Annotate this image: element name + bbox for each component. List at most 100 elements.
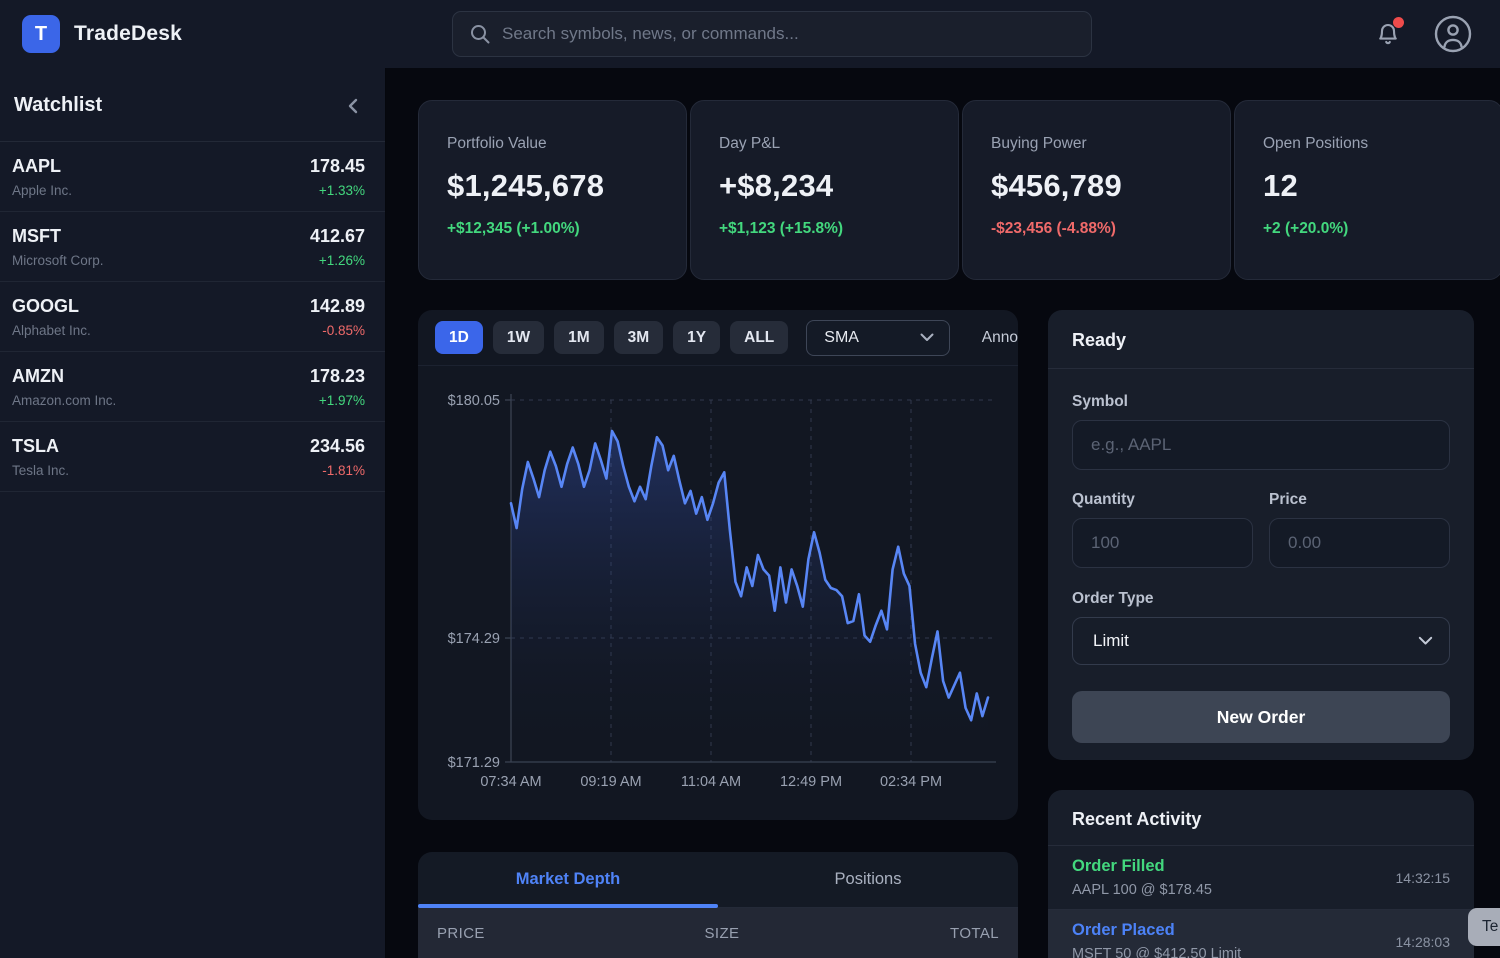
svg-text:09:19 AM: 09:19 AM [580, 774, 641, 790]
annotate-button[interactable]: Anno [982, 329, 1018, 347]
watchlist-row-tsla[interactable]: TSLA Tesla Inc. 234.56 -1.81% [0, 422, 385, 492]
watchlist-row-googl[interactable]: GOOGL Alphabet Inc. 142.89 -0.85% [0, 282, 385, 352]
global-search[interactable] [452, 11, 1092, 57]
profile-button[interactable] [1432, 13, 1474, 55]
chevron-left-icon [345, 97, 361, 115]
company-name: Amazon.com Inc. [12, 393, 116, 408]
stat-card-day-pnl: Day P&L +$8,234 +$1,123 (+15.8%) [690, 100, 959, 280]
stat-value: $456,789 [991, 168, 1202, 204]
change-percent: +1.33% [310, 183, 365, 198]
collapse-sidebar-button[interactable] [345, 97, 361, 115]
price-input[interactable] [1269, 518, 1450, 568]
new-order-button[interactable]: New Order [1072, 691, 1450, 743]
timeframe-button-1m[interactable]: 1M [554, 321, 604, 354]
user-avatar-icon [1432, 13, 1474, 55]
chart-column: 1D 1W 1M 3M 1Y ALL SMA Anno $180.05 $174.… [418, 310, 1018, 958]
svg-text:07:34 AM: 07:34 AM [480, 774, 541, 790]
stat-card-buying-power: Buying Power $456,789 -$23,456 (-4.88%) [962, 100, 1231, 280]
tab-positions[interactable]: Positions [718, 852, 1018, 907]
svg-text:$174.29: $174.29 [448, 631, 500, 647]
company-name: Alphabet Inc. [12, 323, 91, 338]
timeframe-button-1w[interactable]: 1W [493, 321, 544, 354]
svg-text:02:34 PM: 02:34 PM [880, 774, 942, 790]
price: 234.56 [310, 436, 365, 457]
symbol: AMZN [12, 366, 116, 387]
stat-delta: +$12,345 (+1.00%) [447, 220, 658, 238]
timeframe-button-3m[interactable]: 3M [614, 321, 664, 354]
change-percent: -0.85% [310, 323, 365, 338]
activity-row-filled[interactable]: Order Filled AAPL 100 @ $178.45 14:32:15 [1048, 846, 1474, 910]
svg-text:11:04 AM: 11:04 AM [681, 774, 741, 790]
svg-text:$180.05: $180.05 [448, 393, 500, 409]
stat-delta: -$23,456 (-4.88%) [991, 220, 1202, 238]
order-type-label: Order Type [1072, 590, 1450, 608]
column-header-total: TOTAL [822, 925, 999, 942]
activity-time: 14:28:03 [1396, 934, 1451, 950]
change-percent: +1.97% [310, 393, 365, 408]
change-percent: +1.26% [310, 253, 365, 268]
order-type-select[interactable]: Limit [1072, 617, 1450, 665]
activity-detail: MSFT 50 @ $412.50 Limit [1072, 946, 1241, 958]
notifications-button[interactable] [1374, 20, 1402, 48]
stat-value: 12 [1263, 168, 1474, 204]
price-chart-canvas[interactable]: $180.05$174.29$171.2907:34 AM09:19 AM11:… [418, 366, 1018, 820]
symbol-input[interactable] [1072, 420, 1450, 470]
panel-tabs: Market Depth Positions [418, 852, 1018, 908]
activity-time: 14:32:15 [1396, 870, 1451, 886]
symbol-label: Symbol [1072, 393, 1450, 411]
main-content: Portfolio Value $1,245,678 +$12,345 (+1.… [386, 68, 1500, 958]
top-bar: T TradeDesk [0, 0, 1500, 68]
price: 142.89 [310, 296, 365, 317]
stat-delta: +$1,123 (+15.8%) [719, 220, 930, 238]
activity-detail: AAPL 100 @ $178.45 [1072, 882, 1212, 898]
stat-label: Buying Power [991, 135, 1202, 153]
tab-market-depth[interactable]: Market Depth [418, 852, 718, 907]
timeframe-button-1y[interactable]: 1Y [673, 321, 720, 354]
app-logo[interactable]: T [22, 15, 60, 53]
price: 412.67 [310, 226, 365, 247]
symbol: GOOGL [12, 296, 91, 317]
stats-row: Portfolio Value $1,245,678 +$12,345 (+1.… [418, 100, 1500, 280]
symbol: TSLA [12, 436, 69, 457]
company-name: Microsoft Corp. [12, 253, 104, 268]
order-type-value: Limit [1093, 631, 1129, 651]
recent-activity-title: Recent Activity [1048, 790, 1474, 846]
activity-type: Order Filled [1072, 857, 1212, 876]
symbol: MSFT [12, 226, 104, 247]
company-name: Tesla Inc. [12, 463, 69, 478]
watchlist-row-amzn[interactable]: AMZN Amazon.com Inc. 178.23 +1.97% [0, 352, 385, 422]
depth-table-header: PRICE SIZE TOTAL [418, 908, 1018, 958]
right-column: Ready Symbol Quantity Price [1048, 310, 1474, 958]
order-ticket-panel: Ready Symbol Quantity Price [1048, 310, 1474, 760]
watchlist-row-aapl[interactable]: AAPL Apple Inc. 178.45 +1.33% [0, 142, 385, 212]
watchlist-row-msft[interactable]: MSFT Microsoft Corp. 412.67 +1.26% [0, 212, 385, 282]
timeframe-button-1d[interactable]: 1D [435, 321, 483, 354]
indicator-select[interactable]: SMA [806, 320, 950, 356]
notification-badge [1393, 17, 1404, 28]
quantity-label: Quantity [1072, 491, 1253, 509]
company-name: Apple Inc. [12, 183, 72, 198]
price: 178.23 [310, 366, 365, 387]
search-input[interactable] [502, 24, 1075, 44]
price-chart-card: 1D 1W 1M 3M 1Y ALL SMA Anno $180.05 $174.… [418, 310, 1018, 820]
svg-text:12:49 PM: 12:49 PM [780, 774, 842, 790]
search-icon [469, 23, 491, 45]
indicator-value: SMA [824, 329, 859, 347]
market-depth-panel: Market Depth Positions PRICE SIZE TOTAL [418, 852, 1018, 958]
stat-card-open-positions: Open Positions 12 +2 (+20.0%) [1234, 100, 1500, 280]
chart-toolbar: 1D 1W 1M 3M 1Y ALL SMA Anno [418, 310, 1018, 366]
timeframe-button-all[interactable]: ALL [730, 321, 788, 354]
activity-type: Order Placed [1072, 921, 1241, 940]
chevron-down-icon [1418, 636, 1433, 646]
stat-label: Portfolio Value [447, 135, 658, 153]
stat-delta: +2 (+20.0%) [1263, 220, 1474, 238]
activity-row-placed[interactable]: Order Placed MSFT 50 @ $412.50 Limit 14:… [1048, 910, 1474, 958]
watchlist-sidebar: Watchlist AAPL Apple Inc. 178.45 +1.33% … [0, 68, 386, 958]
quantity-input[interactable] [1072, 518, 1253, 568]
price: 178.45 [310, 156, 365, 177]
toast-notification[interactable]: Te [1468, 908, 1500, 946]
column-header-size: SIZE [622, 925, 822, 942]
change-percent: -1.81% [310, 463, 365, 478]
chevron-down-icon [920, 333, 934, 342]
column-header-price: PRICE [437, 925, 637, 942]
